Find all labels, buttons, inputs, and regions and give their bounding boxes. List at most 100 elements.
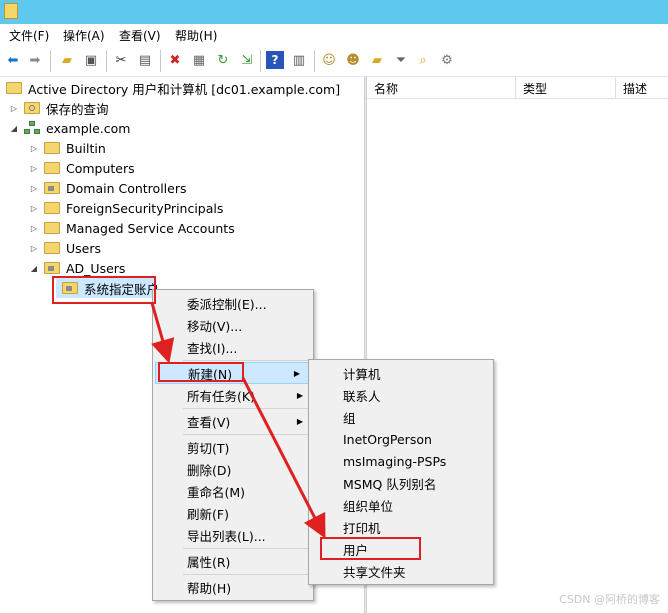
tree-item-saved-queries[interactable]: ▷ 保存的查询 <box>10 98 109 118</box>
toolbar-separator <box>260 50 261 72</box>
folder-icon <box>24 102 40 114</box>
tree-item-managed-service-accounts[interactable]: ▷ Managed Service Accounts <box>30 218 235 238</box>
expand-icon[interactable]: ▷ <box>30 164 38 173</box>
folder-icon <box>44 242 60 254</box>
tree-root-label: Active Directory 用户和计算机 [dc01.example.co… <box>28 81 341 97</box>
menu-help[interactable]: 帮助(H) <box>175 27 217 44</box>
console-tree-icon[interactable]: ▣ <box>82 51 100 69</box>
expand-icon[interactable]: ▷ <box>30 144 38 153</box>
submenu-item-inetorgperson[interactable]: InetOrgPerson <box>309 428 493 450</box>
toolbar-separator <box>106 50 107 72</box>
copy-icon[interactable]: ▤ <box>136 51 154 69</box>
tree-item-label: Builtin <box>66 140 106 156</box>
menu-item-delegate-control[interactable]: 委派控制(E)... <box>153 292 313 314</box>
submenu-item-group[interactable]: 组 <box>309 406 493 428</box>
submenu-item-shared-folder[interactable]: 共享文件夹 <box>309 560 493 582</box>
menu-item-properties[interactable]: 属性(R) <box>153 550 313 572</box>
tree-item-domain[interactable]: ◢ example.com <box>10 118 131 138</box>
menu-item-label: 删除(D) <box>187 462 232 478</box>
tree-root[interactable]: Active Directory 用户和计算机 [dc01.example.co… <box>6 78 340 98</box>
menu-file[interactable]: 文件(F) <box>9 27 49 44</box>
ou-folder-icon <box>44 182 60 194</box>
submenu-item-ou[interactable]: 组织单位 <box>309 494 493 516</box>
ou-folder-icon <box>44 262 60 274</box>
find-icon[interactable]: ⌕ <box>414 51 432 69</box>
submenu-item-printer[interactable]: 打印机 <box>309 516 493 538</box>
submenu-item-msimaging-psps[interactable]: msImaging-PSPs <box>309 450 493 472</box>
tree-item-label: Domain Controllers <box>66 180 187 196</box>
expand-icon[interactable]: ▷ <box>30 224 38 233</box>
column-header-type[interactable]: 类型 <box>516 77 616 99</box>
tree-item-domain-controllers[interactable]: ▷ Domain Controllers <box>30 178 187 198</box>
properties-icon[interactable]: ▦ <box>190 51 208 69</box>
menu-item-label: 剪切(T) <box>187 440 230 456</box>
add-user-icon[interactable]: ☺ <box>320 51 338 69</box>
snapin-icon <box>6 82 22 94</box>
submenu-item-computer[interactable]: 计算机 <box>309 362 493 384</box>
context-menu: 委派控制(E)... 移动(V)... 查找(I)... 新建(N) ▶ 所有任务… <box>152 289 314 601</box>
expand-icon[interactable]: ▷ <box>30 244 38 253</box>
menu-view[interactable]: 查看(V) <box>119 27 161 44</box>
menu-item-label: 查找(I)... <box>187 340 238 356</box>
menu-item-export-list[interactable]: 导出列表(L)... <box>153 524 313 546</box>
menu-item-help[interactable]: 帮助(H) <box>153 576 313 598</box>
menu-item-label: 组织单位 <box>343 498 394 514</box>
menu-item-label: 移动(V)... <box>187 318 243 334</box>
expand-icon[interactable]: ▷ <box>10 104 18 113</box>
help-icon[interactable]: ? <box>266 51 284 69</box>
app-icon <box>4 3 18 19</box>
toolbar-separator <box>50 50 51 72</box>
add-group-icon[interactable]: ☻ <box>344 51 362 69</box>
domain-icon <box>24 121 40 135</box>
folder-icon <box>44 202 60 214</box>
submenu-item-msmq-alias[interactable]: MSMQ 队列别名 <box>309 472 493 494</box>
toolbar: ⬅ ➡ ▰ ▣ ✂ ▤ ✖ ▦ ↻ ⇲ ? ▥ ☺ ☻ ▰ ⏷ ⌕ ⚙ <box>0 44 668 77</box>
tree-item-ad-users[interactable]: ◢ AD_Users <box>30 258 126 278</box>
menu-item-label: InetOrgPerson <box>343 431 432 447</box>
menu-item-rename[interactable]: 重命名(M) <box>153 480 313 502</box>
delegate-icon[interactable]: ⚙ <box>438 51 456 69</box>
column-header-name[interactable]: 名称 <box>367 77 516 99</box>
menu-item-label: 属性(R) <box>187 554 231 570</box>
new-ou-icon[interactable]: ▰ <box>368 51 386 69</box>
menu-item-cut[interactable]: 剪切(T) <box>153 436 313 458</box>
back-arrow-icon[interactable]: ⬅ <box>4 51 22 69</box>
annotation-box-user <box>320 537 421 560</box>
submenu-item-contact[interactable]: 联系人 <box>309 384 493 406</box>
menu-item-move[interactable]: 移动(V)... <box>153 314 313 336</box>
menu-item-refresh[interactable]: 刷新(F) <box>153 502 313 524</box>
cut-icon[interactable]: ✂ <box>112 51 130 69</box>
menu-item-label: 共享文件夹 <box>343 564 406 580</box>
tree-item-label: Computers <box>66 160 135 176</box>
folder-icon <box>44 142 60 154</box>
column-header-description[interactable]: 描述 <box>616 77 668 99</box>
up-folder-icon[interactable]: ▰ <box>58 51 76 69</box>
menu-item-delete[interactable]: 删除(D) <box>153 458 313 480</box>
expand-icon[interactable]: ▷ <box>30 184 38 193</box>
export-icon[interactable]: ⇲ <box>238 51 256 69</box>
menu-item-find[interactable]: 查找(I)... <box>153 336 313 358</box>
menu-action[interactable]: 操作(A) <box>63 27 105 44</box>
filter-icon[interactable]: ⏷ <box>392 51 410 69</box>
forward-arrow-icon[interactable]: ➡ <box>26 51 44 69</box>
folder-icon <box>44 222 60 234</box>
tree-item-builtin[interactable]: ▷ Builtin <box>30 138 106 158</box>
menu-separator <box>183 548 309 549</box>
delete-icon[interactable]: ✖ <box>166 51 184 69</box>
tree-item-computers[interactable]: ▷ Computers <box>30 158 135 178</box>
menu-item-view[interactable]: 查看(V) ▶ <box>153 410 313 432</box>
expand-icon[interactable]: ▷ <box>30 204 38 213</box>
menu-item-label: MSMQ 队列别名 <box>343 476 437 492</box>
tree-item-label: 保存的查询 <box>46 101 109 117</box>
annotation-box-selected-ou <box>52 276 156 304</box>
refresh-icon[interactable]: ↻ <box>214 51 232 69</box>
toolbar-separator <box>160 50 161 72</box>
collapse-icon[interactable]: ◢ <box>30 264 38 273</box>
menu-item-all-tasks[interactable]: 所有任务(K) ▶ <box>153 384 313 406</box>
tree-item-foreign-security-principals[interactable]: ▷ ForeignSecurityPrincipals <box>30 198 223 218</box>
view-icon[interactable]: ▥ <box>290 51 308 69</box>
menu-separator <box>183 574 309 575</box>
collapse-icon[interactable]: ◢ <box>10 124 18 133</box>
menu-separator <box>183 408 309 409</box>
tree-item-users[interactable]: ▷ Users <box>30 238 101 258</box>
